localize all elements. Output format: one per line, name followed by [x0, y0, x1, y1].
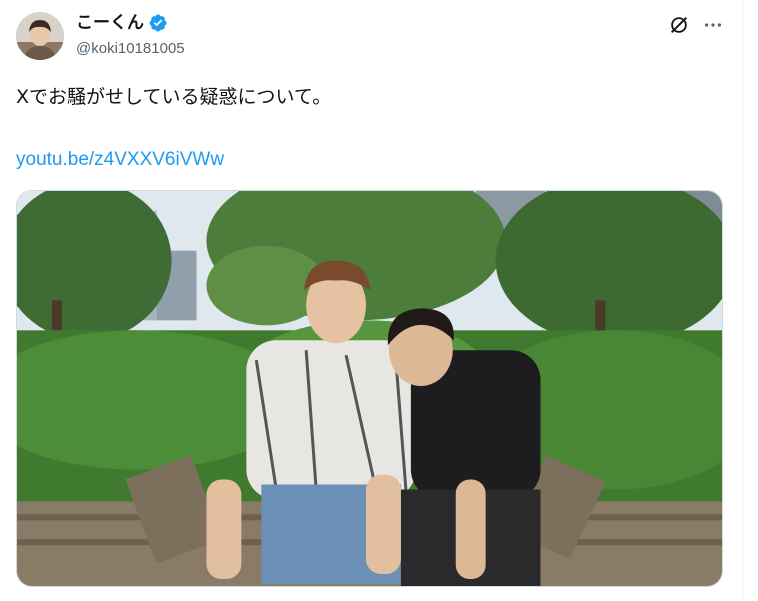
- verified-badge-icon: [148, 13, 168, 33]
- display-name[interactable]: こーくん: [76, 12, 144, 34]
- tweet-media-photo[interactable]: [16, 190, 723, 587]
- photo-image: [17, 191, 722, 586]
- column-border: [742, 0, 743, 601]
- tweet-link[interactable]: youtu.be/z4VXXV6iVWw: [16, 147, 224, 173]
- more-button[interactable]: [700, 12, 726, 38]
- grok-button[interactable]: [666, 12, 692, 38]
- tweet-text: Xでお騒がせしている疑惑について。: [16, 86, 332, 108]
- author-name-row[interactable]: こーくん: [76, 12, 168, 34]
- more-horizontal-icon: [704, 23, 722, 27]
- grok-icon: [671, 17, 687, 33]
- handle[interactable]: @koki10181005: [76, 40, 185, 57]
- avatar[interactable]: [16, 12, 64, 60]
- avatar-image: [16, 12, 64, 60]
